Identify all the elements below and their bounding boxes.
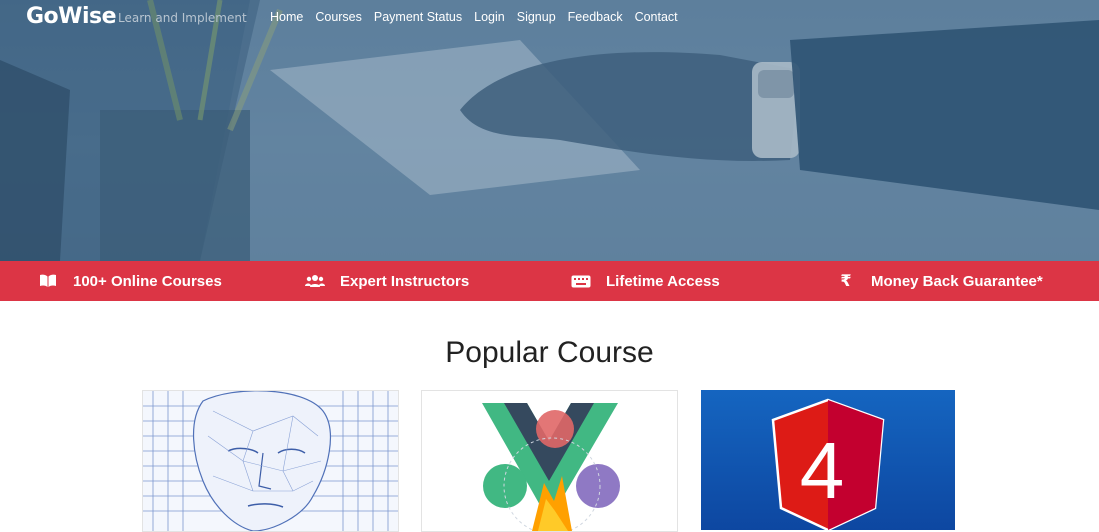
users-icon: [304, 272, 326, 290]
nav-menu: Home Courses Payment Status Login Signup…: [270, 10, 690, 24]
wireframe-face-image: [143, 391, 398, 531]
brand-logo[interactable]: GoWise: [26, 4, 117, 29]
feature-online-courses: 100+ Online Courses: [37, 261, 222, 301]
feature-lifetime-access: Lifetime Access: [570, 261, 720, 301]
keyboard-icon: [570, 272, 592, 290]
features-bar: 100+ Online Courses Expert Instructors L…: [0, 261, 1099, 301]
nav-link-login[interactable]: Login: [474, 10, 505, 24]
hero-banner: GoWise Learn and Implement Home Courses …: [0, 0, 1099, 261]
feature-label: Lifetime Access: [606, 272, 720, 290]
angular-4-logo-image: 4: [701, 390, 955, 530]
nav-link-feedback[interactable]: Feedback: [568, 10, 623, 24]
svg-text:4: 4: [800, 426, 845, 515]
feature-label: Money Back Guarantee*: [871, 272, 1043, 290]
nav-link-signup[interactable]: Signup: [517, 10, 556, 24]
course-card[interactable]: 4: [701, 390, 955, 530]
feature-label: 100+ Online Courses: [73, 272, 222, 290]
vue-firebase-logo-image: [422, 391, 677, 531]
feature-label: Expert Instructors: [340, 272, 470, 290]
section-title: Popular Course: [445, 336, 654, 369]
navbar: GoWise Learn and Implement Home Courses …: [0, 0, 1099, 36]
nav-link-courses[interactable]: Courses: [315, 10, 362, 24]
rupee-icon: ₹: [840, 273, 852, 290]
book-open-icon: [37, 272, 59, 290]
nav-link-contact[interactable]: Contact: [635, 10, 678, 24]
nav-link-home[interactable]: Home: [270, 10, 303, 24]
hero-background-image: [0, 0, 1099, 261]
brand-tagline: Learn and Implement: [118, 11, 247, 25]
nav-link-payment-status[interactable]: Payment Status: [374, 10, 462, 24]
feature-money-back: ₹ Money Back Guarantee*: [835, 261, 1043, 301]
course-card[interactable]: [142, 390, 399, 532]
course-card[interactable]: [421, 390, 678, 532]
feature-expert-instructors: Expert Instructors: [304, 261, 469, 301]
